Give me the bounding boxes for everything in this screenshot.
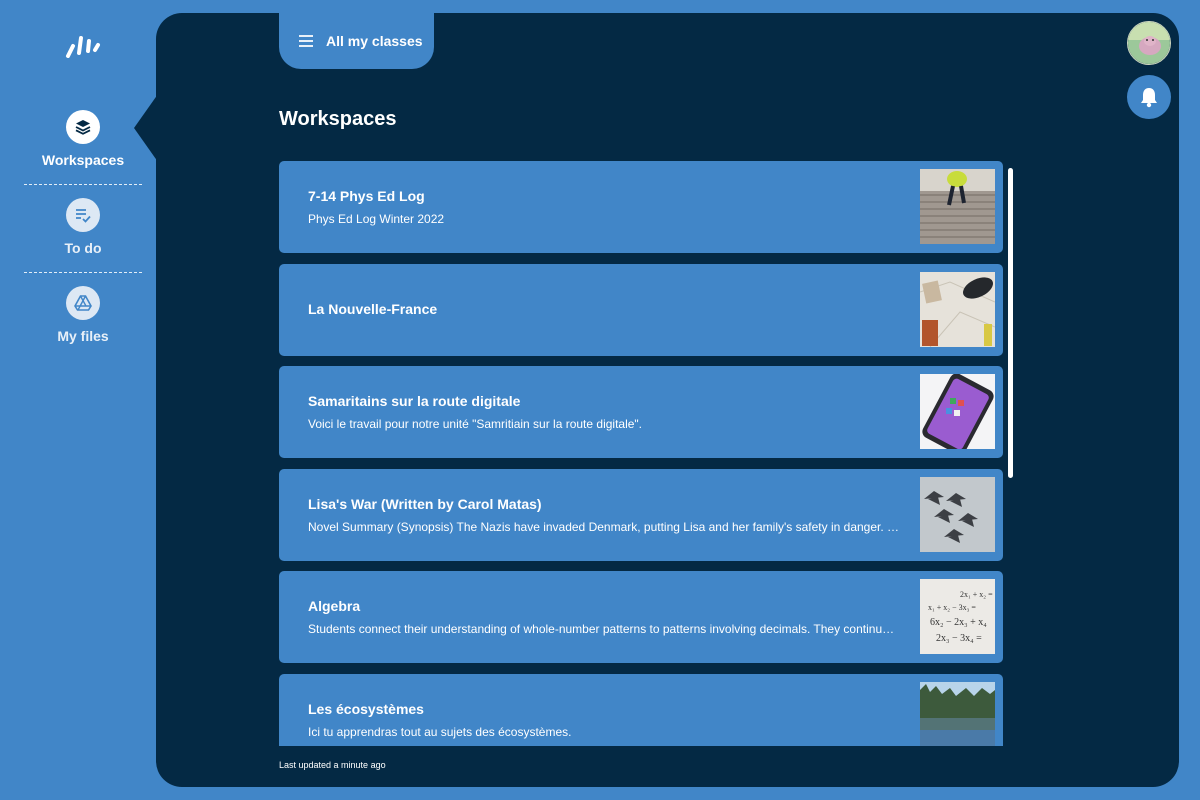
notifications-button[interactable] (1127, 75, 1171, 119)
checklist-icon (66, 198, 100, 232)
sidebar-divider (24, 184, 142, 185)
workspace-title: La Nouvelle-France (308, 301, 438, 317)
all-classes-button[interactable]: All my classes (279, 12, 434, 69)
smartphone-image (920, 374, 995, 449)
sidebar-divider (24, 272, 142, 273)
map-desk-image (920, 272, 995, 347)
last-updated-status: Last updated a minute ago (279, 760, 386, 770)
svg-text:2x₁ + x₂ =: 2x₁ + x₂ = (960, 590, 993, 599)
workspace-description: Phys Ed Log Winter 2022 (308, 212, 445, 226)
sidebar-item-my-files[interactable]: My files (24, 286, 142, 374)
workspace-card[interactable]: 7-14 Phys Ed Log Phys Ed Log Winter 2022 (279, 161, 1003, 253)
workspace-description: Students connect their understanding of … (308, 622, 900, 636)
svg-text:6x₂ − 2x₃ + x₄: 6x₂ − 2x₃ + x₄ (930, 617, 987, 628)
drive-icon (66, 286, 100, 320)
hamburger-menu-icon (299, 34, 313, 47)
workspace-list[interactable]: 7-14 Phys Ed Log Phys Ed Log Winter 2022… (279, 161, 1003, 746)
workspace-description: Ici tu apprendras tout au sujets des éco… (308, 725, 572, 739)
workspace-title: Algebra (308, 598, 361, 614)
workspace-title: Les écosystèmes (308, 701, 424, 717)
workspace-title: 7-14 Phys Ed Log (308, 188, 425, 204)
active-indicator-notch (134, 94, 158, 162)
workspace-card[interactable]: Les écosystèmes Ici tu apprendras tout a… (279, 674, 1003, 746)
workspace-card[interactable]: Lisa's War (Written by Carol Matas) Nove… (279, 469, 1003, 561)
app-logo (66, 36, 100, 58)
svg-text:2x₃ − 3x₄ =: 2x₃ − 3x₄ = (936, 633, 982, 644)
avatar[interactable] (1127, 21, 1171, 65)
workspace-card[interactable]: La Nouvelle-France (279, 264, 1003, 356)
workspace-description: Voici le travail pour notre unité "Samri… (308, 417, 643, 431)
page-title: Workspaces (279, 108, 397, 130)
sidebar-item-label: To do (64, 240, 102, 256)
equations-image: 2x₁ + x₂ = x₁ + x₂ − 3x₃ = 6x₂ − 2x₃ + x… (920, 579, 995, 654)
workspace-title: Samaritains sur la route digitale (308, 393, 521, 409)
fighter-jets-image (920, 477, 995, 552)
layers-icon (66, 110, 100, 144)
main-panel: All my classes Workspaces 7-14 Phys Ed L… (156, 12, 1179, 787)
sidebar-item-label: Workspaces (41, 152, 125, 168)
lake-forest-image (920, 682, 995, 746)
scrollbar-thumb[interactable] (1008, 168, 1013, 478)
all-classes-label: All my classes (326, 32, 423, 49)
workspace-description: Novel Summary (Synopsis) The Nazis have … (308, 520, 900, 534)
workspace-card[interactable]: Samaritains sur la route digitale Voici … (279, 366, 1003, 458)
running-stairs-image (920, 169, 995, 244)
svg-text:x₁ + x₂ − 3x₃ =: x₁ + x₂ − 3x₃ = (928, 603, 976, 612)
workspace-title: Lisa's War (Written by Carol Matas) (308, 496, 542, 512)
workspace-card[interactable]: Algebra Students connect their understan… (279, 571, 1003, 663)
sidebar-item-label: My files (57, 328, 109, 344)
bell-icon (1141, 88, 1157, 108)
